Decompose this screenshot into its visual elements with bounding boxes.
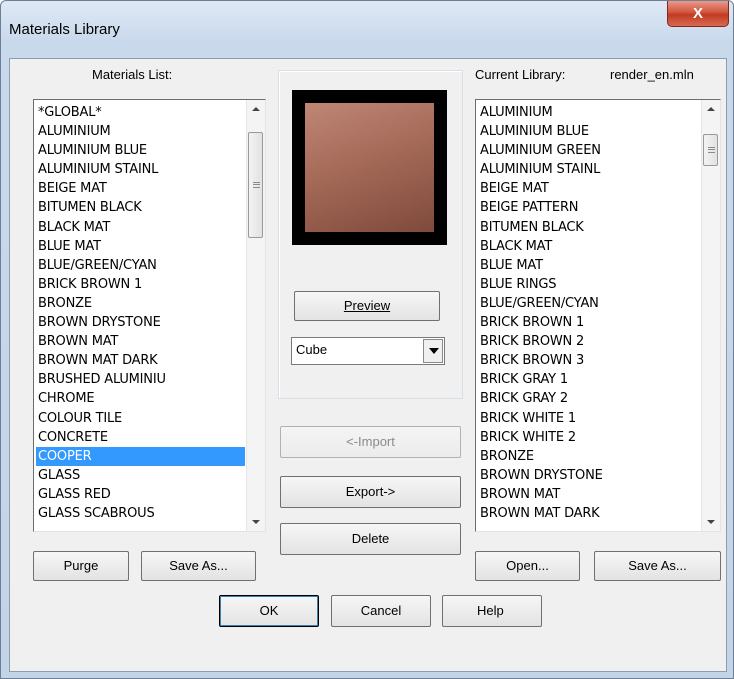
chevron-down-icon[interactable] [423, 339, 443, 363]
list-item[interactable]: BROWN MAT [478, 485, 700, 504]
help-button[interactable]: Help [442, 595, 542, 627]
list-item[interactable]: ALUMINIUM [478, 103, 700, 122]
save-as-right-button[interactable]: Save As... [594, 551, 721, 581]
preview-shape-value: Cube [296, 342, 328, 357]
list-item[interactable]: BLUE RINGS [478, 275, 700, 294]
list-item[interactable]: BEIGE MAT [36, 179, 245, 198]
list-item[interactable]: ALUMINIUM STAINL [478, 160, 700, 179]
materials-library-dialog: Materials Library X Materials List: *GLO… [0, 0, 734, 679]
materials-listbox[interactable]: *GLOBAL* ALUMINIUM ALUMINIUM BLUE ALUMINIUM… [33, 99, 266, 532]
list-item[interactable]: BROWN MAT [36, 332, 245, 351]
list-item[interactable]: BRICK WHITE 2 [478, 428, 700, 447]
list-item[interactable]: BRICK WHITE 1 [478, 409, 700, 428]
list-item[interactable]: BROWN DRYSTONE [478, 466, 700, 485]
list-item[interactable]: BITUMEN BLACK [478, 218, 700, 237]
close-icon: X [692, 5, 703, 22]
cancel-button[interactable]: Cancel [331, 595, 431, 627]
current-library-listbox[interactable]: ALUMINIUM ALUMINIUM BLUE ALUMINIUM GREEN AL… [475, 99, 721, 532]
list-item[interactable]: BRUSHED ALUMINIU [36, 370, 245, 389]
current-library-scrollbar[interactable] [701, 100, 720, 531]
current-library-file: render_en.mln [610, 67, 694, 82]
list-item[interactable]: BROWN MAT DARK [36, 351, 245, 370]
list-item[interactable]: BLACK MAT [478, 237, 700, 256]
material-preview-swatch [292, 90, 447, 245]
list-item[interactable]: BRICK GRAY 1 [478, 370, 700, 389]
list-item[interactable]: BEIGE PATTERN [478, 198, 700, 217]
list-item[interactable]: BLACK MAT [36, 218, 245, 237]
list-item[interactable]: GLASS [36, 466, 245, 485]
list-item[interactable]: ALUMINIUM BLUE [36, 141, 245, 160]
list-item[interactable]: *GLOBAL* [36, 103, 245, 122]
scroll-up-arrow-icon[interactable] [247, 100, 265, 118]
list-item[interactable]: BROWN MAT DARK [478, 504, 700, 523]
preview-shape-select[interactable]: Cube [291, 337, 445, 365]
preview-image [305, 103, 434, 232]
list-item[interactable]: ALUMINIUM BLUE [478, 122, 700, 141]
grip-icon [253, 182, 260, 188]
scroll-down-arrow-icon[interactable] [702, 513, 720, 531]
list-item[interactable]: ALUMINIUM GREEN [478, 141, 700, 160]
list-item[interactable]: COOPER [36, 446, 245, 466]
list-item[interactable]: BRONZE [36, 294, 245, 313]
open-button[interactable]: Open... [475, 551, 580, 581]
list-item[interactable]: BLUE/GREEN/CYAN [478, 294, 700, 313]
grip-icon [708, 147, 715, 153]
scroll-thumb[interactable] [703, 134, 718, 166]
list-item[interactable]: ALUMINIUM [36, 122, 245, 141]
list-item[interactable]: CONCRETE [36, 428, 245, 447]
materials-list-items: *GLOBAL* ALUMINIUM ALUMINIUM BLUE ALUMINIUM… [36, 103, 245, 523]
current-library-label: Current Library: [475, 67, 566, 82]
scroll-up-arrow-icon[interactable] [702, 100, 720, 118]
list-item[interactable]: BLUE MAT [478, 256, 700, 275]
list-item[interactable]: BRICK BROWN 3 [478, 351, 700, 370]
list-item[interactable]: BRICK BROWN 2 [478, 332, 700, 351]
list-item[interactable]: BRICK BROWN 1 [478, 313, 700, 332]
list-item[interactable]: BEIGE MAT [478, 179, 700, 198]
list-item[interactable]: ALUMINIUM STAINL [36, 160, 245, 179]
materials-list-scrollbar[interactable] [246, 100, 265, 531]
list-item[interactable]: BLUE MAT [36, 237, 245, 256]
scroll-thumb[interactable] [248, 132, 263, 238]
window-title: Materials Library [9, 21, 120, 38]
export-button[interactable]: Export-> [280, 476, 461, 508]
list-item[interactable]: BROWN DRYSTONE [36, 313, 245, 332]
close-button[interactable]: X [667, 1, 729, 27]
list-item[interactable]: BRONZE [478, 447, 700, 466]
current-library-items: ALUMINIUM ALUMINIUM BLUE ALUMINIUM GREEN AL… [478, 103, 700, 523]
preview-button[interactable]: Preview [294, 291, 440, 321]
list-item[interactable]: BITUMEN BLACK [36, 198, 245, 217]
import-button[interactable]: <-Import [280, 426, 461, 458]
save-as-left-button[interactable]: Save As... [141, 551, 256, 581]
list-item[interactable]: COLOUR TILE [36, 409, 245, 428]
materials-list-label: Materials List: [92, 67, 173, 82]
ok-button[interactable]: OK [219, 595, 319, 627]
purge-button[interactable]: Purge [33, 551, 129, 581]
list-item[interactable]: GLASS SCABROUS [36, 504, 245, 523]
list-item[interactable]: BLUE/GREEN/CYAN [36, 256, 245, 275]
list-item[interactable]: BRICK GRAY 2 [478, 389, 700, 408]
list-item[interactable]: CHROME [36, 389, 245, 408]
list-item[interactable]: BRICK BROWN 1 [36, 275, 245, 294]
list-item[interactable]: GLASS RED [36, 485, 245, 504]
delete-button[interactable]: Delete [280, 523, 461, 555]
scroll-down-arrow-icon[interactable] [247, 513, 265, 531]
